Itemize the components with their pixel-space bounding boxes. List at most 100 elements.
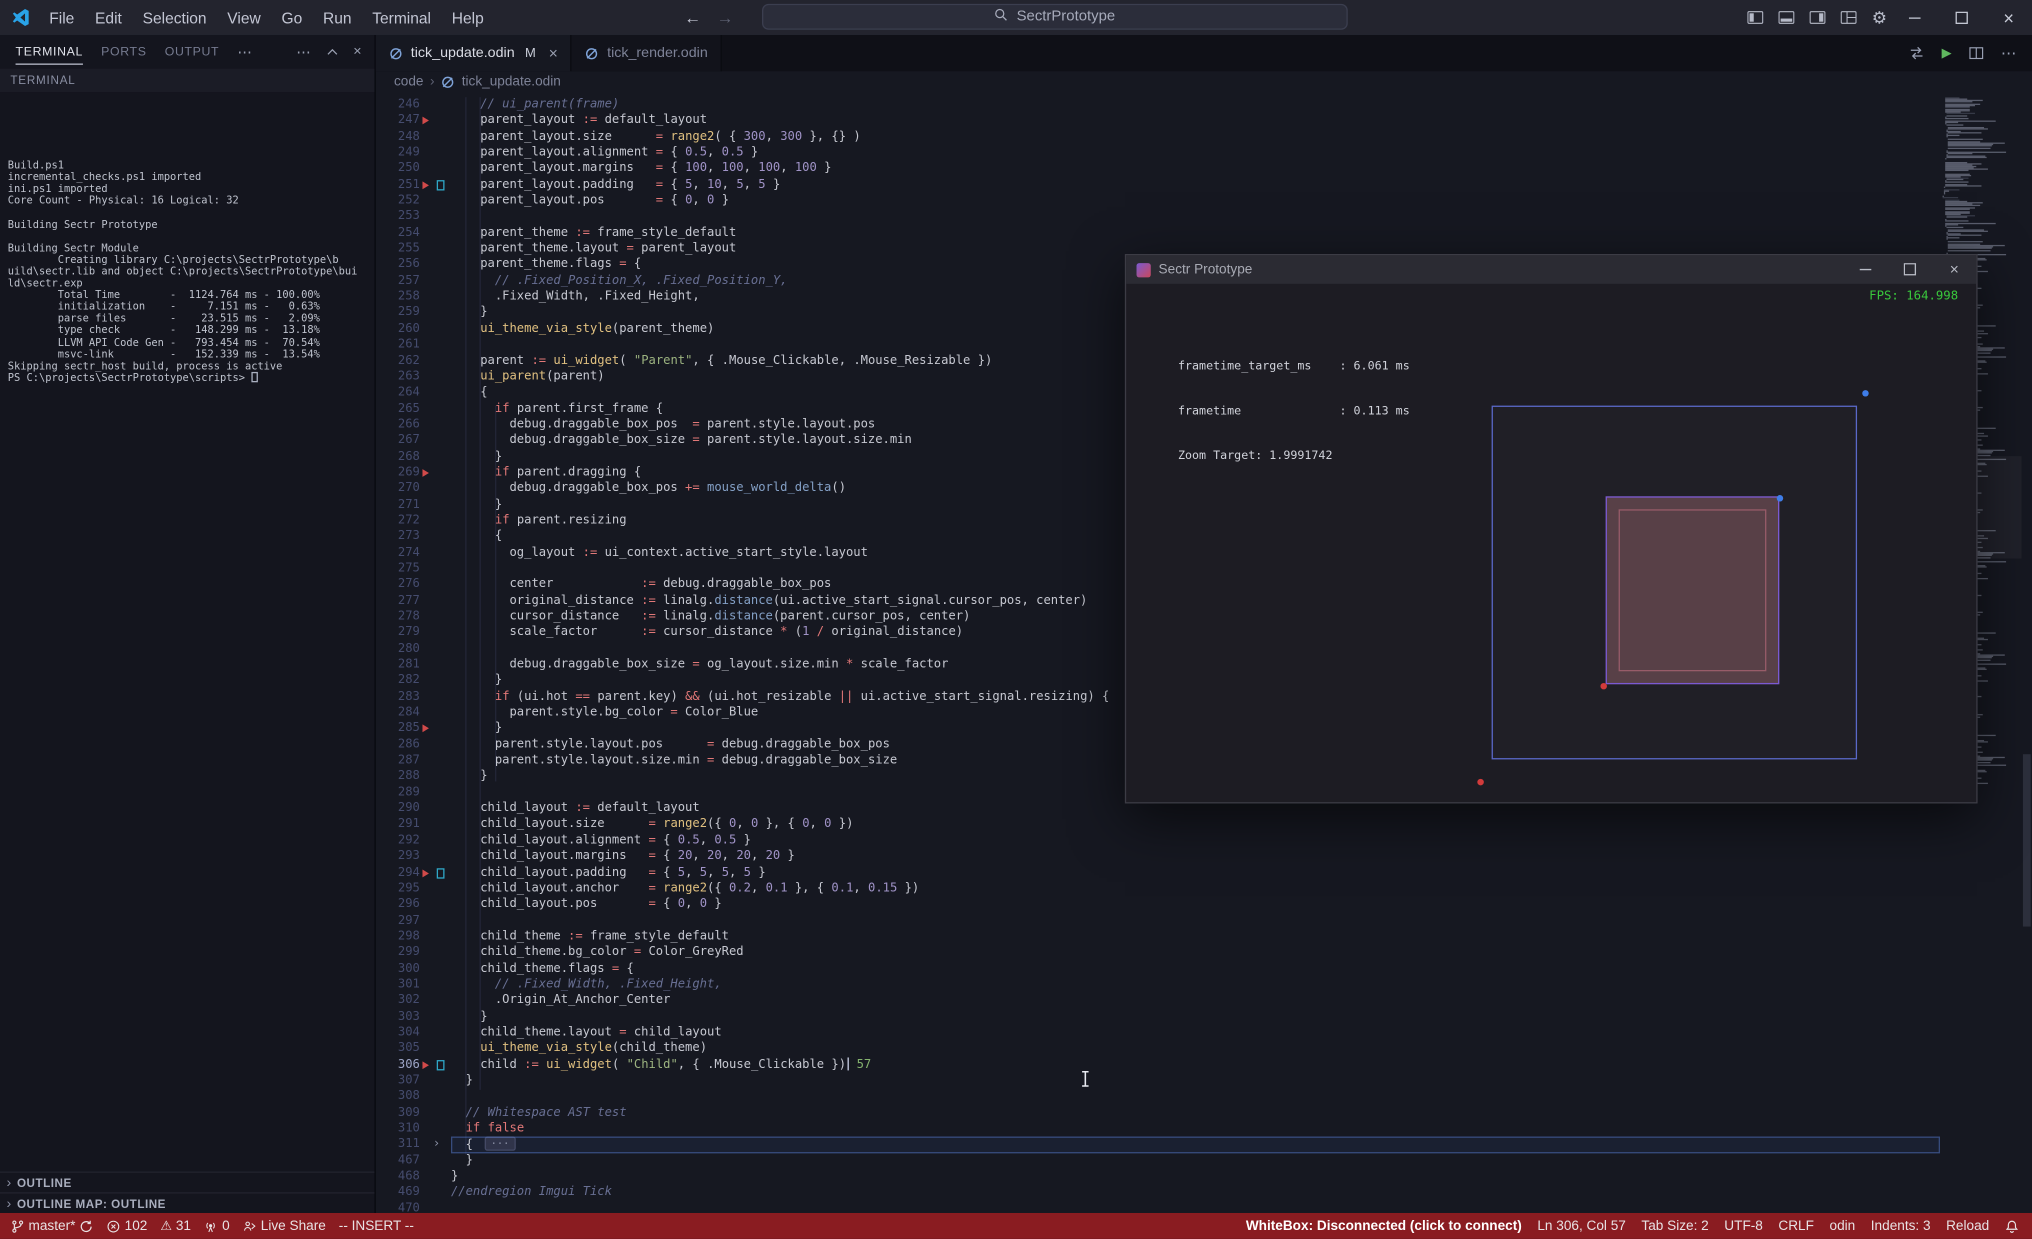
status-live-share[interactable]: Live Share: [243, 1218, 326, 1234]
split-editor-icon[interactable]: [1969, 45, 1985, 61]
status-31[interactable]: ⚠ 31: [160, 1218, 191, 1234]
chevron-up-icon[interactable]: [325, 45, 339, 59]
line-number[interactable]: 299: [376, 945, 420, 961]
gutter-marks[interactable]: [420, 833, 451, 849]
gutter-marks[interactable]: [420, 1073, 451, 1089]
line-number[interactable]: 263: [376, 369, 420, 385]
line-number[interactable]: 282: [376, 673, 420, 689]
gutter-marks[interactable]: [420, 97, 451, 113]
line-number[interactable]: 249: [376, 145, 420, 161]
line-number[interactable]: 296: [376, 897, 420, 913]
line-number[interactable]: 260: [376, 321, 420, 337]
gutter-marks[interactable]: [420, 737, 451, 753]
menu-selection[interactable]: Selection: [132, 6, 217, 29]
line-number[interactable]: 285: [376, 721, 420, 737]
code-line[interactable]: 293 child_layout.margins = { 20, 20, 20,…: [376, 849, 1940, 865]
breakpoint-marker[interactable]: [422, 868, 429, 877]
gutter-marks[interactable]: [420, 385, 451, 401]
breakpoint-marker[interactable]: [422, 117, 429, 125]
close-icon[interactable]: ×: [353, 44, 361, 60]
gutter-marks[interactable]: [420, 769, 451, 785]
gutter-marks[interactable]: [420, 993, 451, 1009]
code-line[interactable]: 309 // Whitespace AST test: [376, 1105, 1940, 1121]
gutter-marks[interactable]: [420, 161, 451, 177]
run-button[interactable]: ▶: [1942, 46, 1952, 60]
gutter-marks[interactable]: [420, 321, 451, 337]
toggle-panel-icon[interactable]: [1778, 9, 1795, 26]
gutter-marks[interactable]: [420, 433, 451, 449]
more-actions-icon[interactable]: ⋯: [2001, 44, 2017, 62]
app-maximize-button[interactable]: [1888, 255, 1932, 284]
line-number[interactable]: 308: [376, 1089, 420, 1105]
gutter-marks[interactable]: [420, 1121, 451, 1137]
gutter-marks[interactable]: [420, 785, 451, 801]
gutter-marks[interactable]: [420, 641, 451, 657]
line-number[interactable]: 255: [376, 241, 420, 257]
line-number[interactable]: 261: [376, 337, 420, 353]
code-line[interactable]: 305 ui_theme_via_style(child_theme): [376, 1041, 1940, 1057]
bookmark-icon[interactable]: [436, 179, 445, 191]
line-number[interactable]: 268: [376, 449, 420, 465]
breakpoint-marker[interactable]: [422, 181, 429, 189]
app-minimize-button[interactable]: [1844, 255, 1888, 284]
gutter-marks[interactable]: [420, 817, 451, 833]
line-number[interactable]: 281: [376, 657, 420, 673]
toggle-secondary-sidebar-icon[interactable]: [1810, 9, 1827, 26]
gutter-marks[interactable]: [420, 977, 451, 993]
status-ln-306-col-57[interactable]: Ln 306, Col 57: [1537, 1218, 1626, 1234]
code-line[interactable]: 250 parent_layout.margins = { 100, 100, …: [376, 161, 1940, 177]
status-whitebox-disconnected-click-to-connect[interactable]: WhiteBox: Disconnected (click to connect…: [1246, 1218, 1522, 1234]
gutter-marks[interactable]: [420, 561, 451, 577]
line-number[interactable]: 289: [376, 785, 420, 801]
line-number[interactable]: 288: [376, 769, 420, 785]
maximize-button[interactable]: [1939, 0, 1986, 35]
gutter-marks[interactable]: [420, 801, 451, 817]
code-line[interactable]: 292 child_layout.alignment = { 0.5, 0.5 …: [376, 833, 1940, 849]
line-number[interactable]: 290: [376, 801, 420, 817]
gutter-marks[interactable]: [420, 961, 451, 977]
panel-tab-output[interactable]: OUTPUT: [165, 40, 220, 63]
more-icon[interactable]: ⋯: [296, 43, 310, 61]
section-outline[interactable]: › OUTLINE: [0, 1171, 375, 1193]
app-title-bar[interactable]: Sectr Prototype ×: [1126, 255, 1977, 284]
code-line[interactable]: 307 }: [376, 1073, 1940, 1089]
code-line[interactable]: 300 child_theme.flags = {: [376, 961, 1940, 977]
line-number[interactable]: 307: [376, 1073, 420, 1089]
command-center[interactable]: SectrPrototype: [762, 3, 1348, 30]
gutter-marks[interactable]: [420, 625, 451, 641]
code-line[interactable]: 302 .Origin_At_Anchor_Center: [376, 993, 1940, 1009]
gutter-marks[interactable]: [420, 241, 451, 257]
line-number[interactable]: 468: [376, 1169, 420, 1185]
line-number[interactable]: 279: [376, 625, 420, 641]
line-number[interactable]: 251: [376, 177, 420, 193]
line-number[interactable]: 275: [376, 561, 420, 577]
editor-tab-tick_update.odin[interactable]: tick_update.odin M ×: [375, 34, 573, 72]
gutter-marks[interactable]: [420, 1009, 451, 1025]
line-number[interactable]: 278: [376, 609, 420, 625]
line-number[interactable]: 247: [376, 113, 420, 129]
terminal-section-header[interactable]: TERMINAL: [0, 68, 375, 93]
code-line[interactable]: 253: [376, 209, 1940, 225]
line-number[interactable]: 253: [376, 209, 420, 225]
gutter-marks[interactable]: [420, 529, 451, 545]
code-line[interactable]: 251 parent_layout.padding = { 5, 10, 5, …: [376, 177, 1940, 193]
gutter-marks[interactable]: [420, 465, 451, 481]
gutter-marks[interactable]: [420, 129, 451, 145]
gutter-marks[interactable]: [420, 401, 451, 417]
code-line[interactable]: 303 }: [376, 1009, 1940, 1025]
folded-region-dots[interactable]: ···: [484, 1136, 516, 1152]
code-line[interactable]: 249 parent_layout.alignment = { 0.5, 0.5…: [376, 145, 1940, 161]
line-number[interactable]: 287: [376, 753, 420, 769]
status-utf-8[interactable]: UTF-8: [1724, 1218, 1763, 1234]
gutter-marks[interactable]: [420, 497, 451, 513]
breakpoint-marker[interactable]: [422, 469, 429, 477]
terminal-prompt[interactable]: PS C:\projects\SectrPrototype\scripts>: [8, 371, 372, 384]
bookmark-icon[interactable]: [436, 1059, 445, 1070]
line-number[interactable]: 262: [376, 353, 420, 369]
gutter-marks[interactable]: [420, 545, 451, 561]
gutter-marks[interactable]: [420, 449, 451, 465]
gutter-marks[interactable]: [420, 913, 451, 929]
line-number[interactable]: 274: [376, 545, 420, 561]
gutter-marks[interactable]: [420, 849, 451, 865]
breadcrumb-file[interactable]: tick_update.odin: [462, 74, 561, 90]
